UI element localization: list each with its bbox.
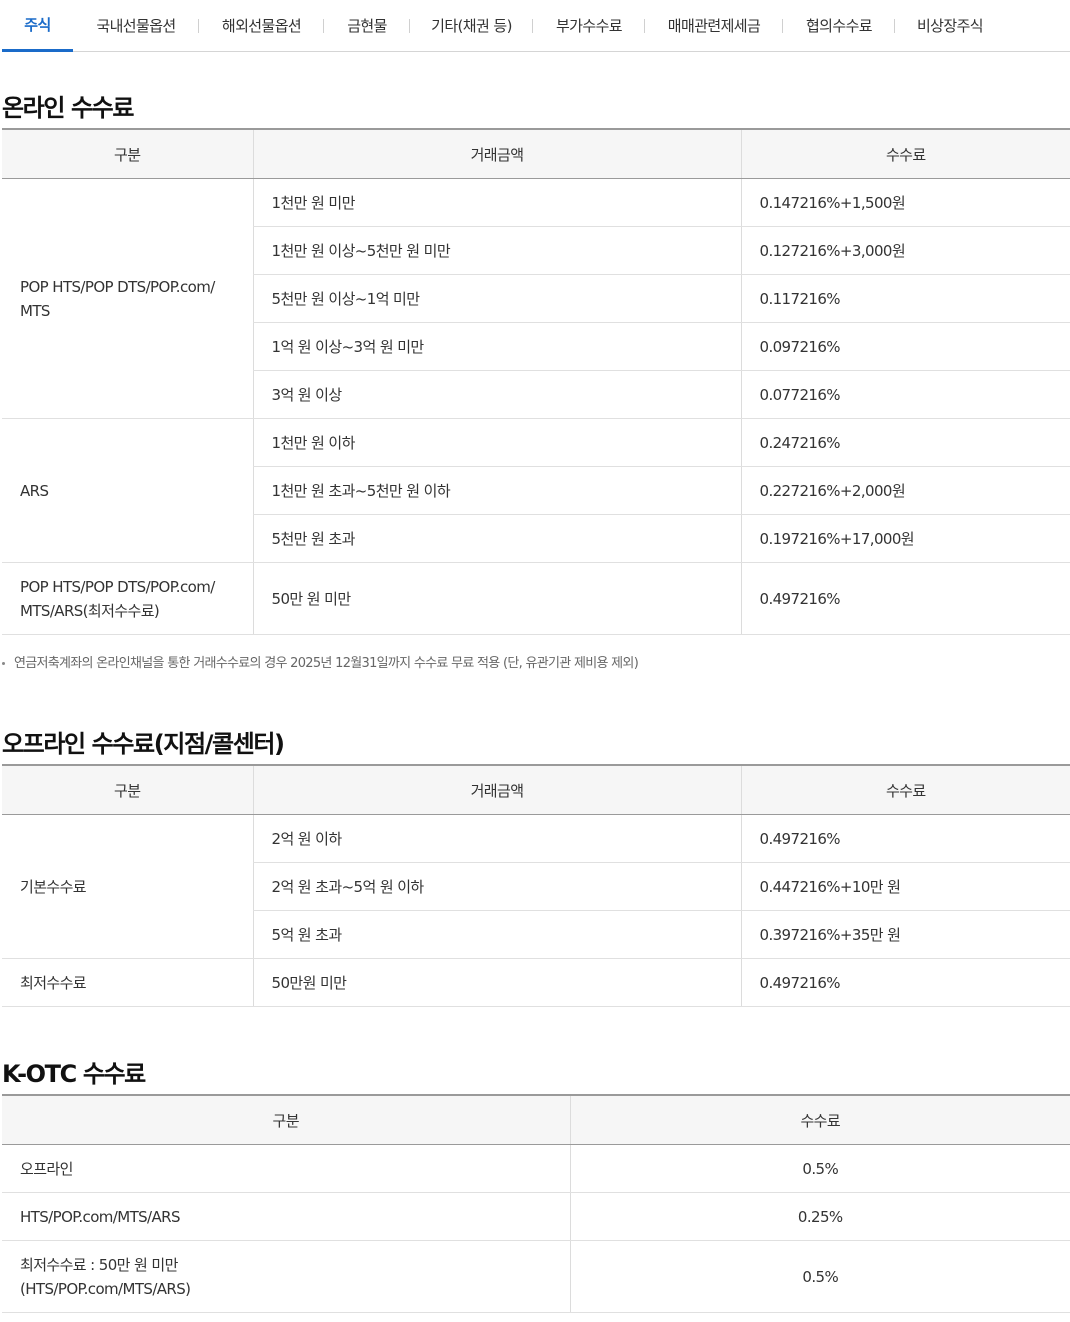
fee-cell: 0.25% [569,1192,1070,1241]
fee-cell: 0.227216%+2,000원 [740,466,1070,515]
amount-cell: 5억 원 초과 [252,910,741,959]
amount-cell: 1천만 원 미만 [252,178,741,227]
table-row: 최저수수료 : 50만 원 미만 (HTS/POP.com/MTS/ARS) 0… [2,1240,1070,1313]
fee-cell: 0.447216%+10만 원 [740,862,1070,911]
online-fee-title: 온라인 수수료 [2,94,134,122]
fee-cell: 0.147216%+1,500원 [740,178,1070,227]
amount-cell: 1천만 원 이상~5천만 원 미만 [252,226,741,275]
table-header-row: 구분 거래금액 수수료 [2,128,1070,179]
amount-cell: 1억 원 이상~3억 원 미만 [252,322,741,371]
tab-domestic-futures-options[interactable]: 국내선물옵션 [73,0,199,52]
table-header-row: 구분 수수료 [2,1094,1070,1145]
fee-cell: 0.077216% [740,370,1070,419]
col-header-category: 구분 [2,764,253,815]
amount-cell: 1천만 원 이하 [252,418,741,467]
fee-cell: 0.5% [569,1144,1070,1193]
bullet-icon [2,662,5,665]
fee-cell: 0.497216% [740,814,1070,863]
tab-additional-fees[interactable]: 부가수수료 [533,0,645,52]
fee-cell: 0.497216% [740,958,1070,1007]
group-name: POP HTS/POP DTS/POP.com/ MTS/ARS(최저수수료) [2,562,253,635]
amount-cell: 2억 원 초과~5억 원 이하 [252,862,741,911]
kotc-fee-table-wrap: 구분 수수료 오프라인 0.5% HTS/POP.com/MTS/ARS 0.2… [2,1094,1070,1313]
note-text: 연금저축계좌의 온라인채널을 통한 거래수수료의 경우 2025년 12월31일… [14,656,639,671]
table-header-row: 구분 거래금액 수수료 [2,764,1070,815]
fee-cell: 0.247216% [740,418,1070,467]
col-header-fee: 수수료 [569,1094,1070,1145]
tab-stocks[interactable]: 주식 [2,0,73,52]
fee-cell: 0.5% [569,1240,1070,1313]
offline-fee-title: 오프라인 수수료(지점/콜센터) [2,730,285,758]
col-header-category: 구분 [2,128,253,179]
table-row: 기본수수료 2억 원 이하 0.497216% [2,814,1070,959]
amount-cell: 2억 원 이하 [252,814,741,863]
amount-cell: 50만원 미만 [252,958,741,1007]
tab-trading-taxes[interactable]: 매매관련제세금 [645,0,783,52]
group-name: 기본수수료 [2,814,253,959]
table-row: POP HTS/POP DTS/POP.com/ MTS 1천만 원 미만 0.… [2,178,1070,419]
group-name: POP HTS/POP DTS/POP.com/ MTS [2,178,253,419]
col-header-amount: 거래금액 [252,128,741,179]
table-row: POP HTS/POP DTS/POP.com/ MTS/ARS(최저수수료) … [2,562,1070,635]
online-fee-table: 구분 거래금액 수수료 POP HTS/POP DTS/POP.com/ MTS… [2,128,1070,635]
col-header-fee: 수수료 [740,128,1070,179]
offline-fee-table: 구분 거래금액 수수료 기본수수료 2억 원 이하 0.497216% 2억 원… [2,764,1070,1007]
table-row: 오프라인 0.5% [2,1144,1070,1193]
fee-cell: 0.117216% [740,274,1070,323]
online-fee-table-wrap: 구분 거래금액 수수료 POP HTS/POP DTS/POP.com/ MTS… [2,128,1070,635]
tab-negotiated-fees[interactable]: 협의수수료 [783,0,895,52]
category-cell: 최저수수료 : 50만 원 미만 (HTS/POP.com/MTS/ARS) [2,1240,570,1313]
category-cell: 오프라인 [2,1144,570,1193]
fee-cell: 0.497216% [740,562,1070,635]
group-name: 최저수수료 [2,958,253,1007]
category-cell: HTS/POP.com/MTS/ARS [2,1192,570,1241]
online-fee-note: 연금저축계좌의 온라인채널을 통한 거래수수료의 경우 2025년 12월31일… [2,652,639,671]
table-row: 최저수수료 50만원 미만 0.497216% [2,958,1070,1007]
col-header-fee: 수수료 [740,764,1070,815]
amount-cell: 50만 원 미만 [252,562,741,635]
fee-cell: 0.097216% [740,322,1070,371]
kotc-fee-title: K-OTC 수수료 [2,1060,146,1088]
amount-cell: 5천만 원 이상~1억 미만 [252,274,741,323]
fee-cell: 0.197216%+17,000원 [740,514,1070,563]
table-row: ARS 1천만 원 이하 0.247216% [2,418,1070,563]
amount-cell: 5천만 원 초과 [252,514,741,563]
tab-bar: 주식 국내선물옵션 해외선물옵션 금현물 기타(채권 등) 부가수수료 매매관련… [2,0,1070,52]
offline-fee-table-wrap: 구분 거래금액 수수료 기본수수료 2억 원 이하 0.497216% 2억 원… [2,764,1070,1007]
tab-unlisted-stocks[interactable]: 비상장주식 [895,0,1005,52]
fee-cell: 0.127216%+3,000원 [740,226,1070,275]
amount-cell: 3억 원 이상 [252,370,741,419]
fee-cell: 0.397216%+35만 원 [740,910,1070,959]
col-header-category: 구분 [2,1094,570,1145]
tab-overseas-futures-options[interactable]: 해외선물옵션 [199,0,324,52]
amount-cell: 1천만 원 초과~5천만 원 이하 [252,466,741,515]
tab-gold-spot[interactable]: 금현물 [324,0,410,52]
col-header-amount: 거래금액 [252,764,741,815]
group-name: ARS [2,418,253,563]
kotc-fee-table: 구분 수수료 오프라인 0.5% HTS/POP.com/MTS/ARS 0.2… [2,1094,1070,1313]
table-row: HTS/POP.com/MTS/ARS 0.25% [2,1192,1070,1241]
tab-others-bonds[interactable]: 기타(채권 등) [410,0,533,52]
